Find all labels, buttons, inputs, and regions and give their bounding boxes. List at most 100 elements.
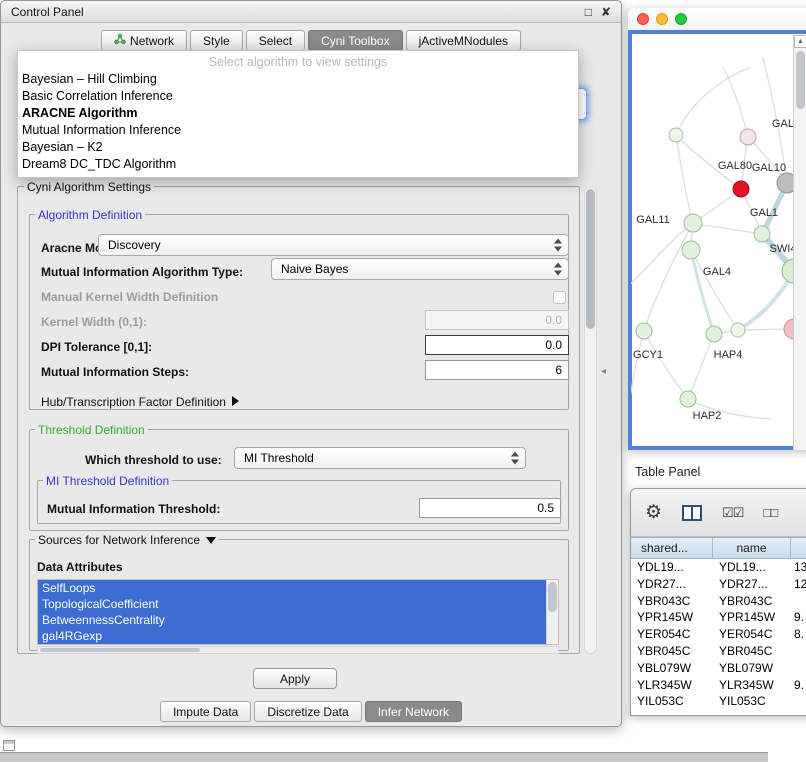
mi-threshold-field[interactable]: 0.5	[419, 498, 561, 518]
algorithm-option[interactable]: Basic Correlation Inference	[18, 88, 578, 105]
table-row[interactable]: YDR27...YDR27...12	[631, 576, 806, 593]
tab-network[interactable]: Network	[101, 30, 187, 51]
pane-collapse-arrow-icon[interactable]: ◂	[601, 366, 606, 377]
dpi-tolerance-field[interactable]: 0.0	[425, 335, 569, 355]
table-cell: YLR345W	[713, 677, 791, 694]
gear-icon[interactable]: ⚙	[645, 501, 662, 524]
which-threshold-value: MI Threshold	[244, 451, 314, 465]
table-row[interactable]: YBR045CYBR045C	[631, 643, 806, 660]
tab-label: Impute Data	[173, 705, 238, 719]
data-attribute-item[interactable]: TopologicalCoefficient	[38, 596, 546, 612]
network-edge	[691, 250, 738, 330]
settings-group-title: Cyni Algorithm Settings	[24, 180, 154, 194]
network-graph[interactable]: GAL8GAL80GAL10GAL11GAL1SWI4GAL4GCY1HAP4H…	[631, 39, 794, 453]
tab-style[interactable]: Style	[190, 30, 243, 51]
scrollbar-thumb[interactable]	[40, 648, 200, 652]
tab-impute-data[interactable]: Impute Data	[160, 701, 251, 722]
scrollbar-thumb[interactable]	[548, 582, 557, 612]
data-attributes-list[interactable]: SelfLoopsTopologicalCoefficientBetweenne…	[37, 579, 559, 645]
hub-definition-label: Hub/Transcription Factor Definition	[41, 395, 226, 409]
close-icon[interactable]: ✘	[601, 5, 611, 19]
which-threshold-select[interactable]: MI Threshold	[234, 447, 526, 469]
titlebar[interactable]: Control Panel □ ✘	[1, 1, 621, 23]
network-edge	[631, 331, 644, 419]
table-row[interactable]: YIL053CYIL053C	[631, 693, 806, 710]
sources-horizontal-scrollbar[interactable]	[37, 646, 559, 654]
network-window-titlebar[interactable]	[628, 8, 806, 30]
hub-definition-toggle[interactable]: Hub/Transcription Factor Definition	[41, 395, 239, 409]
column-header-shared[interactable]: shared...	[631, 538, 713, 558]
scrollbar-thumb[interactable]	[586, 189, 595, 329]
which-threshold-label: Which threshold to use:	[85, 453, 222, 467]
node-label: GAL11	[636, 214, 669, 226]
table-row[interactable]: YPR145WYPR145W9.	[631, 609, 806, 626]
scrollbar-thumb[interactable]	[796, 51, 805, 109]
bottom-status-strip	[0, 752, 768, 762]
tab-cyni-toolbox[interactable]: Cyni Toolbox	[308, 30, 402, 51]
node-label: GAL1	[750, 207, 778, 219]
data-attribute-item[interactable]: BetweennessCentrality	[38, 612, 546, 628]
table-row[interactable]: YBR043CYBR043C	[631, 593, 806, 610]
zoom-traffic-light[interactable]	[675, 13, 687, 25]
manual-kernel-checkbox[interactable]	[553, 291, 566, 304]
column-header-extra[interactable]	[791, 538, 806, 558]
network-node[interactable]	[682, 241, 700, 259]
scroll-up-icon[interactable]: ▲	[794, 35, 806, 48]
table-panel-window: ⚙ ☑☑ □□ shared... name YDL19...YDL19...1…	[630, 488, 806, 716]
columns-icon[interactable]	[682, 505, 702, 521]
close-traffic-light[interactable]	[637, 13, 649, 25]
collapse-down-icon	[206, 537, 216, 544]
data-attribute-item[interactable]: gal4RGexp	[38, 628, 546, 644]
table-cell: 12	[791, 576, 806, 593]
minimize-icon[interactable]: □	[585, 5, 592, 19]
sources-list-scrollbar[interactable]	[546, 580, 558, 644]
settings-scrollbar[interactable]	[584, 186, 597, 654]
minimize-traffic-light[interactable]	[656, 13, 668, 25]
column-header-name[interactable]: name	[713, 538, 791, 558]
minimized-window-icon[interactable]	[3, 740, 15, 751]
table-row[interactable]: YBL079WYBL079W	[631, 660, 806, 677]
network-node[interactable]	[669, 128, 683, 142]
select-all-checkboxes-icon[interactable]: ☑☑	[722, 505, 743, 521]
algorithm-definition-title: Algorithm Definition	[35, 208, 145, 222]
table-cell: 13	[791, 559, 806, 576]
node-label: HAP4	[714, 349, 743, 361]
table-cell: YDL19...	[713, 559, 791, 576]
network-node[interactable]	[733, 181, 749, 197]
sources-group-toggle[interactable]: Sources for Network Inference	[35, 533, 219, 547]
table-row[interactable]: YLR345WYLR345W9.	[631, 677, 806, 694]
tab-infer-network[interactable]: Infer Network	[365, 701, 462, 722]
network-node[interactable]	[684, 214, 702, 232]
table-row[interactable]: YER054CYER054C8.	[631, 626, 806, 643]
data-attribute-item[interactable]: SelfLoops	[38, 580, 546, 596]
node-label: GCY1	[633, 349, 663, 361]
mi-steps-field[interactable]: 6	[425, 360, 569, 380]
table-row[interactable]: YDL19...YDL19...13	[631, 559, 806, 576]
mi-algorithm-type-select[interactable]: Naive Bayes	[271, 258, 569, 280]
algorithm-option[interactable]: ARACNE Algorithm	[18, 105, 578, 122]
tab-label: Select	[259, 34, 292, 48]
kernel-width-field[interactable]: 0.0	[425, 310, 569, 330]
aracne-mode-select[interactable]: Discovery	[98, 234, 569, 256]
tab-discretize-data[interactable]: Discretize Data	[254, 701, 361, 722]
algorithm-option[interactable]: Dream8 DC_TDC Algorithm	[18, 156, 578, 173]
network-node[interactable]	[777, 173, 794, 193]
network-scrollbar[interactable]: ▲	[793, 35, 806, 450]
tab-label: jActiveMNodules	[419, 34, 508, 48]
algorithm-option[interactable]: Bayesian – Hill Climbing	[18, 71, 578, 88]
network-node[interactable]	[706, 326, 722, 342]
network-node[interactable]	[680, 391, 696, 407]
algorithm-option[interactable]: Bayesian – K2	[18, 139, 578, 156]
network-node[interactable]	[754, 226, 770, 242]
stepper-icon	[511, 452, 520, 465]
network-node[interactable]	[636, 323, 652, 339]
apply-button[interactable]: Apply	[253, 668, 337, 689]
tab-select[interactable]: Select	[246, 30, 305, 51]
algorithm-option[interactable]: Mutual Information Inference	[18, 122, 578, 139]
network-node[interactable]	[740, 129, 756, 145]
deselect-all-checkboxes-icon[interactable]: □□	[763, 505, 777, 520]
tab-jactivemnodules[interactable]: jActiveMNodules	[406, 30, 521, 51]
mi-threshold-group-title: MI Threshold Definition	[43, 474, 172, 488]
threshold-definition-title: Threshold Definition	[35, 423, 148, 437]
network-node[interactable]	[731, 323, 745, 337]
